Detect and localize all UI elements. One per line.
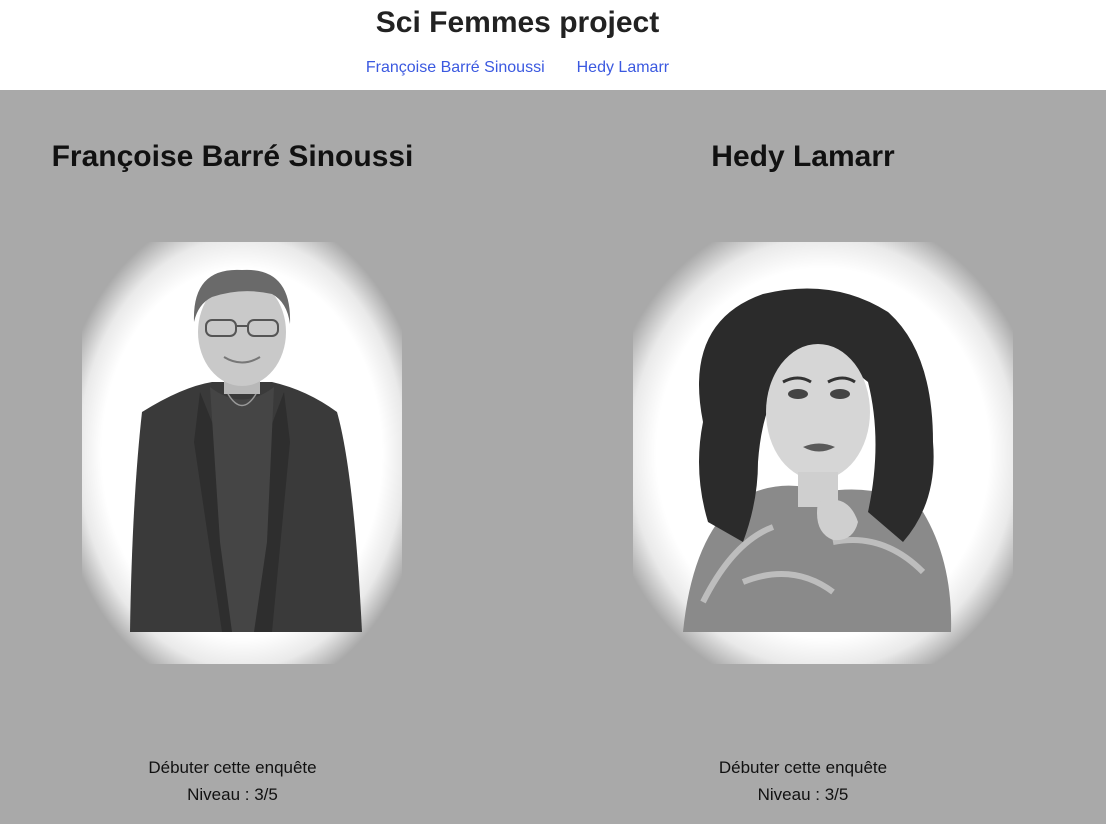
scientists-grid: Françoise Barré Sinoussi Débuter cette e… xyxy=(0,90,1106,824)
nav-link-hedy-lamarr[interactable]: Hedy Lamarr xyxy=(577,59,669,77)
portrait-illustration xyxy=(130,269,362,632)
portrait-image-barre-sinoussi[interactable] xyxy=(82,242,402,664)
nav-link-barre-sinoussi[interactable]: Françoise Barré Sinoussi xyxy=(366,59,545,77)
scientist-card-barre-sinoussi: Françoise Barré Sinoussi Débuter cette e… xyxy=(0,90,553,824)
start-investigation-button[interactable]: Débuter cette enquête xyxy=(0,758,465,778)
scientist-name: Hedy Lamarr xyxy=(711,140,895,173)
start-investigation-button[interactable]: Débuter cette enquête xyxy=(573,758,1033,778)
difficulty-level: Niveau : 3/5 xyxy=(757,785,849,804)
scientist-name: Françoise Barré Sinoussi xyxy=(51,140,414,173)
difficulty-level: Niveau : 3/5 xyxy=(187,785,278,804)
site-title: Sci Femmes project xyxy=(375,6,660,39)
portrait-illustration xyxy=(683,288,952,632)
site-header: Sci Femmes project Françoise Barré Sinou… xyxy=(0,0,1106,90)
main-nav: Françoise Barré Sinoussi Hedy Lamarr xyxy=(0,59,1035,77)
portrait-image-hedy-lamarr[interactable] xyxy=(633,242,1013,664)
scientist-card-hedy-lamarr: Hedy Lamarr Débuter cette enquête Niveau… xyxy=(553,90,1106,824)
